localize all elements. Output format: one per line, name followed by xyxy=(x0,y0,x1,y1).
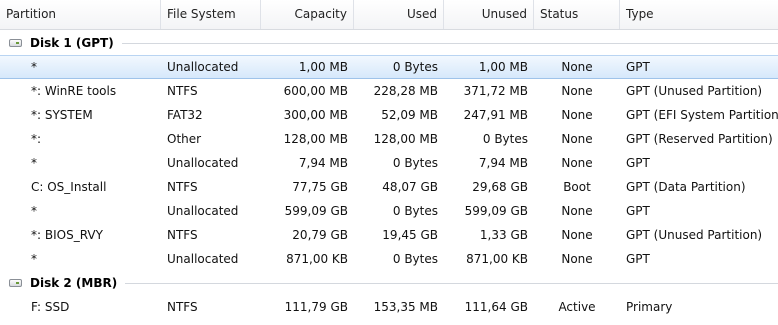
cell-status: None xyxy=(561,252,593,266)
column-header-partition[interactable]: Partition xyxy=(0,0,161,29)
cell-capacity: 600,00 MB xyxy=(283,84,348,98)
cell-used: 228,28 MB xyxy=(373,84,438,98)
cell-capacity: 300,00 MB xyxy=(283,108,348,122)
cell-used: 0 Bytes xyxy=(392,204,438,218)
cell-partition: *: xyxy=(31,132,42,146)
table-row[interactable]: *: WinRE tools NTFS 600,00 MB 228,28 MB 371,… xyxy=(0,79,778,103)
table-row[interactable]: * Unallocated 7,94 MB 0 Bytes 7,94 MB None GPT xyxy=(0,151,778,175)
cell-used: 19,45 GB xyxy=(382,228,438,242)
cell-status: None xyxy=(561,228,593,242)
cell-used: 0 Bytes xyxy=(392,252,438,266)
cell-status: None xyxy=(561,204,593,218)
cell-file-system: Unallocated xyxy=(167,156,239,170)
cell-type: GPT xyxy=(626,204,650,218)
cell-capacity: 111,79 GB xyxy=(284,300,348,314)
cell-unused: 1,00 MB xyxy=(478,60,528,74)
column-header-file-system[interactable]: File System xyxy=(161,0,261,29)
column-header-capacity[interactable]: Capacity xyxy=(261,0,354,29)
cell-unused: 1,33 GB xyxy=(479,228,528,242)
cell-file-system: NTFS xyxy=(167,180,198,194)
cell-used: 52,09 MB xyxy=(381,108,438,122)
partition-table: Partition File System Capacity Used Unus… xyxy=(0,0,778,325)
table-row[interactable]: *: BIOS_RVY NTFS 20,79 GB 19,45 GB 1,33 GB No… xyxy=(0,223,778,247)
cell-unused: 371,72 MB xyxy=(463,84,528,98)
cell-unused: 111,64 GB xyxy=(464,300,528,314)
cell-capacity: 1,00 MB xyxy=(298,60,348,74)
column-header-unused[interactable]: Unused xyxy=(444,0,534,29)
cell-status: None xyxy=(561,132,593,146)
cell-unused: 871,00 KB xyxy=(466,252,528,266)
column-header-type[interactable]: Type xyxy=(620,0,778,29)
cell-file-system: Unallocated xyxy=(167,204,239,218)
cell-capacity: 20,79 GB xyxy=(292,228,348,242)
table-header: Partition File System Capacity Used Unus… xyxy=(0,0,778,30)
cell-file-system: NTFS xyxy=(167,84,198,98)
column-header-status[interactable]: Status xyxy=(534,0,620,29)
disk-group-header[interactable]: Disk 1 (GPT) xyxy=(0,31,778,55)
cell-partition: * xyxy=(31,156,37,170)
cell-partition: *: SYSTEM xyxy=(31,108,93,122)
cell-file-system: Unallocated xyxy=(167,60,239,74)
cell-partition: * xyxy=(31,252,37,266)
cell-type: GPT xyxy=(626,60,650,74)
disk-label: Disk 2 (MBR) xyxy=(30,276,118,290)
hard-disk-icon xyxy=(9,279,22,287)
cell-status: None xyxy=(561,108,593,122)
table-row[interactable]: F: SSD NTFS 111,79 GB 153,35 MB 111,64 GB Act… xyxy=(0,295,778,319)
cell-unused: 247,91 MB xyxy=(463,108,528,122)
cell-type: GPT xyxy=(626,252,650,266)
cell-file-system: NTFS xyxy=(167,228,198,242)
cell-status: None xyxy=(561,60,593,74)
table-row[interactable]: *: Other 128,00 MB 128,00 MB 0 Bytes None GPT … xyxy=(0,127,778,151)
cell-partition: F: SSD xyxy=(31,300,70,314)
column-header-used[interactable]: Used xyxy=(354,0,444,29)
cell-unused: 7,94 MB xyxy=(478,156,528,170)
table-row[interactable]: C: OS_Install NTFS 77,75 GB 48,07 GB 29,68 G… xyxy=(0,175,778,199)
cell-capacity: 7,94 MB xyxy=(298,156,348,170)
cell-capacity: 77,75 GB xyxy=(292,180,348,194)
cell-unused: 0 Bytes xyxy=(482,132,528,146)
cell-type: Primary xyxy=(626,300,673,314)
cell-unused: 599,09 GB xyxy=(464,204,528,218)
cell-partition: *: BIOS_RVY xyxy=(31,228,103,242)
disk-group-divider xyxy=(122,43,778,44)
cell-type: GPT (Unused Partition) xyxy=(626,84,763,98)
cell-capacity: 599,09 GB xyxy=(284,204,348,218)
cell-capacity: 128,00 MB xyxy=(283,132,348,146)
disk-group-divider xyxy=(125,283,778,284)
cell-file-system: NTFS xyxy=(167,300,198,314)
cell-used: 128,00 MB xyxy=(373,132,438,146)
cell-type: GPT xyxy=(626,156,650,170)
cell-file-system: Other xyxy=(167,132,202,146)
cell-type: GPT (Data Partition) xyxy=(626,180,746,194)
cell-used: 0 Bytes xyxy=(392,60,438,74)
cell-file-system: Unallocated xyxy=(167,252,239,266)
cell-partition: * xyxy=(31,60,37,74)
table-row[interactable]: *: SYSTEM FAT32 300,00 MB 52,09 MB 247,91 MB… xyxy=(0,103,778,127)
cell-status: Boot xyxy=(563,180,591,194)
cell-file-system: FAT32 xyxy=(167,108,203,122)
disk-label: Disk 1 (GPT) xyxy=(30,36,114,50)
cell-partition: * xyxy=(31,204,37,218)
table-row[interactable]: * Unallocated 871,00 KB 0 Bytes 871,00 KB Non… xyxy=(0,247,778,271)
cell-type: GPT (Unused Partition) xyxy=(626,228,763,242)
table-row[interactable]: * Unallocated 599,09 GB 0 Bytes 599,09 GB Non… xyxy=(0,199,778,223)
cell-type: GPT (Reserved Partition) xyxy=(626,132,773,146)
cell-used: 0 Bytes xyxy=(392,156,438,170)
hard-disk-icon xyxy=(9,39,22,47)
cell-unused: 29,68 GB xyxy=(472,180,528,194)
cell-partition: *: WinRE tools xyxy=(31,84,117,98)
disk-group-header[interactable]: Disk 2 (MBR) xyxy=(0,271,778,295)
cell-type: GPT (EFI System Partition) xyxy=(626,108,778,122)
cell-status: Active xyxy=(558,300,596,314)
cell-used: 48,07 GB xyxy=(382,180,438,194)
cell-used: 153,35 MB xyxy=(373,300,438,314)
table-row[interactable]: * Unallocated 1,00 MB 0 Bytes 1,00 MB None GPT xyxy=(0,55,778,79)
cell-status: None xyxy=(561,84,593,98)
cell-status: None xyxy=(561,156,593,170)
cell-capacity: 871,00 KB xyxy=(286,252,348,266)
cell-partition: C: OS_Install xyxy=(31,180,107,194)
